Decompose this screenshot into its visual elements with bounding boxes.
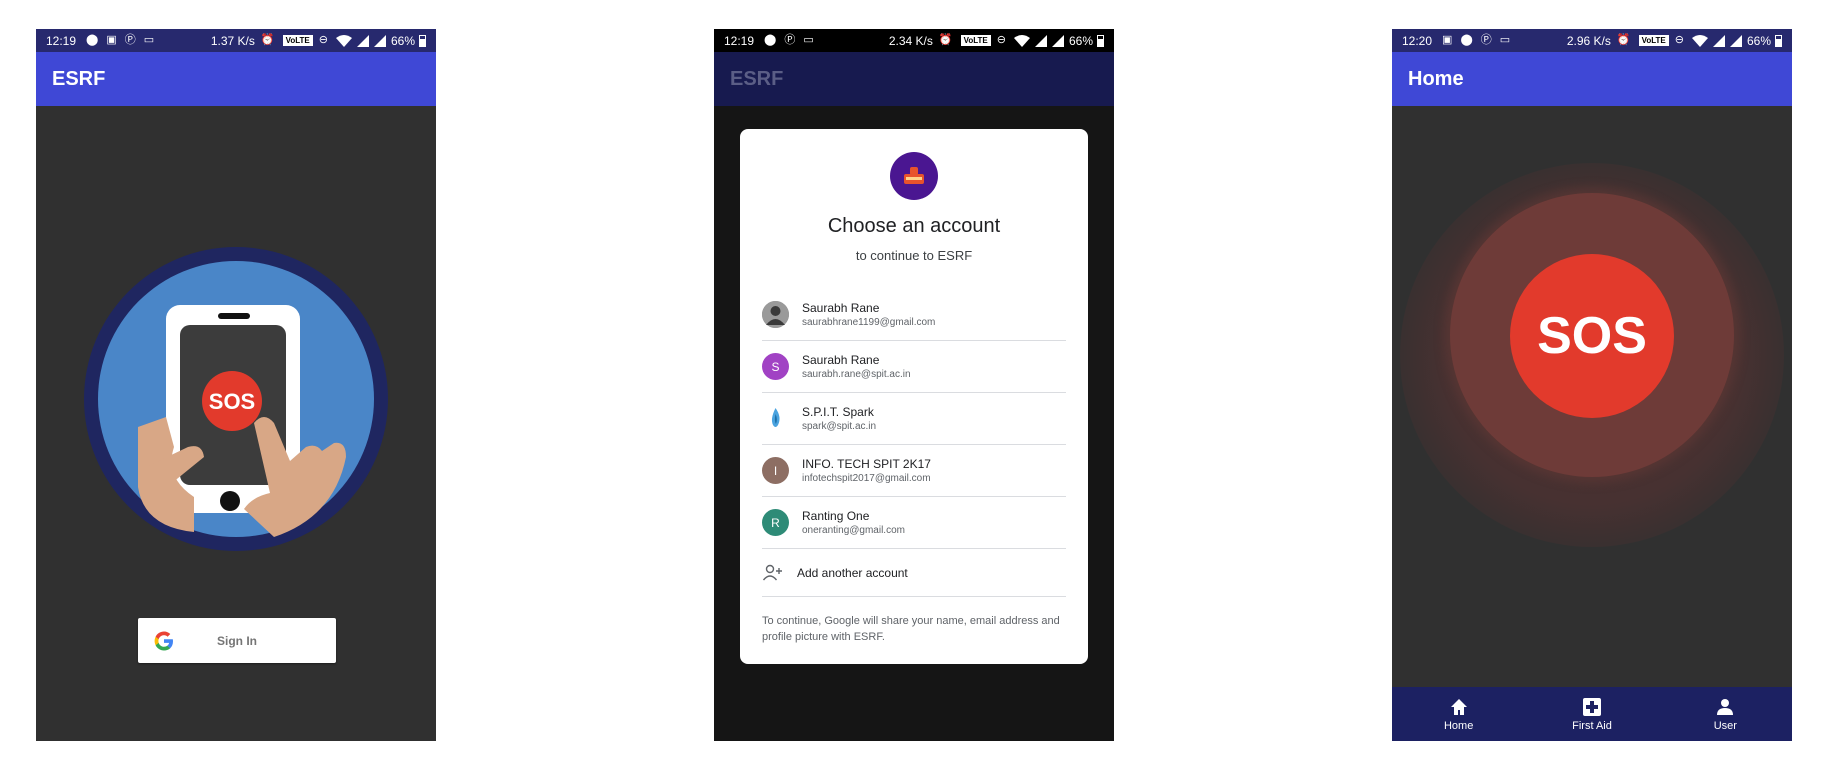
- avatar-initial: R: [762, 509, 789, 536]
- nav-user-label: User: [1713, 719, 1737, 732]
- chooser-title: Choose an account: [827, 215, 1001, 237]
- alarm-icon: ⏰: [1616, 34, 1631, 46]
- laptop-icon: ▭: [803, 34, 814, 46]
- nav-first-aid-label: First Aid: [1572, 719, 1612, 732]
- app-bar: ESRF: [36, 52, 436, 106]
- sos-phone-illustration: SOS: [84, 247, 388, 551]
- screen-home: 12:20 ▣ ⬤ Ⓟ ▭ 2.96 K/s ⏰ VoLTE ⊖ 66% Hom…: [1392, 29, 1792, 741]
- image-icon: ▣: [1442, 34, 1453, 46]
- alarm-icon: ⏰: [260, 34, 275, 46]
- app-title: ESRF: [730, 67, 784, 90]
- laptop-icon: ▭: [143, 34, 155, 46]
- parking-icon: Ⓟ: [784, 34, 796, 46]
- account-name: Saurabh Rane: [802, 353, 880, 367]
- bottom-navigation: Home First Aid User: [1392, 687, 1792, 741]
- wifi-icon: [1691, 34, 1708, 47]
- avatar-initial: I: [762, 457, 789, 484]
- signal-icon-2: [1051, 34, 1064, 47]
- network-speed: 2.34 K/s: [888, 33, 933, 48]
- sos-button[interactable]: SOS: [1510, 254, 1674, 418]
- consent-disclaimer: To continue, Google will share your name…: [762, 615, 1060, 643]
- app-bar: Home: [1392, 52, 1792, 106]
- account-item[interactable]: I INFO. TECH SPIT 2K17 infotechspit2017@…: [762, 445, 1066, 497]
- google-icon: [154, 631, 173, 650]
- account-item[interactable]: R Ranting One oneranting@gmail.com: [762, 497, 1066, 549]
- nav-first-aid[interactable]: First Aid: [1525, 687, 1658, 741]
- home-icon: [1450, 698, 1467, 715]
- account-item[interactable]: S.P.I.T. Spark spark@spit.ac.in: [762, 393, 1066, 445]
- alarm-icon: ⏰: [938, 34, 953, 46]
- account-name: INFO. TECH SPIT 2K17: [802, 457, 931, 471]
- status-time: 12:19: [724, 33, 755, 48]
- spark-logo-avatar: [762, 405, 789, 432]
- google-sign-in-button[interactable]: Sign In: [138, 618, 336, 663]
- dnd-icon: ⊖: [996, 34, 1006, 46]
- status-bar: 12:19 ⬤ Ⓟ ▭ 2.34 K/s ⏰ VoLTE ⊖ 66%: [714, 29, 1114, 52]
- app-title: ESRF: [52, 67, 106, 90]
- add-account-button[interactable]: Add another account: [762, 549, 1066, 597]
- volte-badge: VoLTE: [1638, 35, 1669, 46]
- account-email: oneranting@gmail.com: [802, 525, 905, 536]
- laptop-icon: ▭: [1499, 34, 1511, 46]
- volte-badge: VoLTE: [960, 35, 991, 46]
- nav-home-label: Home: [1443, 719, 1474, 732]
- dnd-icon: ⊖: [1674, 34, 1684, 46]
- account-email: saurabhrane1199@gmail.com: [802, 317, 936, 328]
- image-icon: ▣: [106, 34, 117, 46]
- parking-icon: Ⓟ: [124, 34, 136, 46]
- dnd-icon: ⊖: [318, 34, 328, 46]
- screen-login: 12:19 ⬤ ▣ Ⓟ ▭ 1.37 K/s ⏰ VoLTE ⊖ 66% ESR…: [36, 29, 436, 741]
- status-time: 12:20: [1402, 33, 1433, 48]
- account-item[interactable]: Saurabh Rane saurabhrane1199@gmail.com: [762, 289, 1066, 341]
- avatar-photo: [762, 301, 789, 328]
- account-email: spark@spit.ac.in: [802, 421, 877, 432]
- illustration-sos-text: SOS: [209, 389, 255, 414]
- app-bar: ESRF: [714, 52, 1114, 106]
- parking-icon: Ⓟ: [1480, 34, 1492, 46]
- app-logo: [890, 152, 938, 200]
- app-title: Home: [1408, 67, 1464, 90]
- status-bar: 12:19 ⬤ ▣ Ⓟ ▭ 1.37 K/s ⏰ VoLTE ⊖ 66%: [36, 29, 436, 52]
- status-bar: 12:20 ▣ ⬤ Ⓟ ▭ 2.96 K/s ⏰ VoLTE ⊖ 66%: [1392, 29, 1792, 52]
- network-speed: 2.96 K/s: [1566, 33, 1611, 48]
- battery-icon: [1097, 34, 1104, 47]
- screen-account-chooser: 12:19 ⬤ Ⓟ ▭ 2.34 K/s ⏰ VoLTE ⊖ 66% ESRF …: [714, 29, 1114, 741]
- signal-icon: [1034, 34, 1047, 47]
- location-icon: ⬤: [1460, 34, 1473, 46]
- wifi-icon: [335, 34, 352, 47]
- account-name: Ranting One: [802, 509, 870, 523]
- network-speed: 1.37 K/s: [210, 33, 255, 48]
- chooser-subtitle: to continue to ESRF: [855, 248, 973, 263]
- nav-user[interactable]: User: [1659, 687, 1792, 741]
- battery-icon: [419, 34, 426, 47]
- signal-icon-2: [373, 34, 386, 47]
- location-icon: ⬤: [764, 34, 777, 46]
- wifi-icon: [1013, 34, 1030, 47]
- nav-home[interactable]: Home: [1392, 687, 1525, 741]
- first-aid-icon: [1582, 697, 1601, 716]
- status-time: 12:19: [46, 33, 77, 48]
- account-item[interactable]: S Saurabh Rane saurabh.rane@spit.ac.in: [762, 341, 1066, 393]
- user-icon: [1717, 698, 1734, 715]
- add-account-label: Add another account: [797, 565, 908, 580]
- account-email: saurabh.rane@spit.ac.in: [802, 369, 911, 380]
- location-icon: ⬤: [86, 34, 99, 46]
- signal-icon-2: [1729, 34, 1742, 47]
- signal-icon: [1712, 34, 1725, 47]
- account-chooser-dialog: Choose an account to continue to ESRF Sa…: [740, 129, 1088, 664]
- battery-percent: 66%: [390, 33, 415, 48]
- battery-percent: 66%: [1746, 33, 1771, 48]
- account-list: Saurabh Rane saurabhrane1199@gmail.com S…: [762, 289, 1066, 597]
- add-person-icon: [762, 564, 782, 580]
- account-email: infotechspit2017@gmail.com: [802, 473, 931, 484]
- battery-icon: [1775, 34, 1782, 47]
- battery-percent: 66%: [1068, 33, 1093, 48]
- sign-in-label: Sign In: [217, 633, 257, 648]
- signal-icon: [356, 34, 369, 47]
- volte-badge: VoLTE: [282, 35, 313, 46]
- account-name: S.P.I.T. Spark: [802, 405, 874, 419]
- avatar-initial: S: [762, 353, 789, 380]
- account-name: Saurabh Rane: [802, 301, 880, 315]
